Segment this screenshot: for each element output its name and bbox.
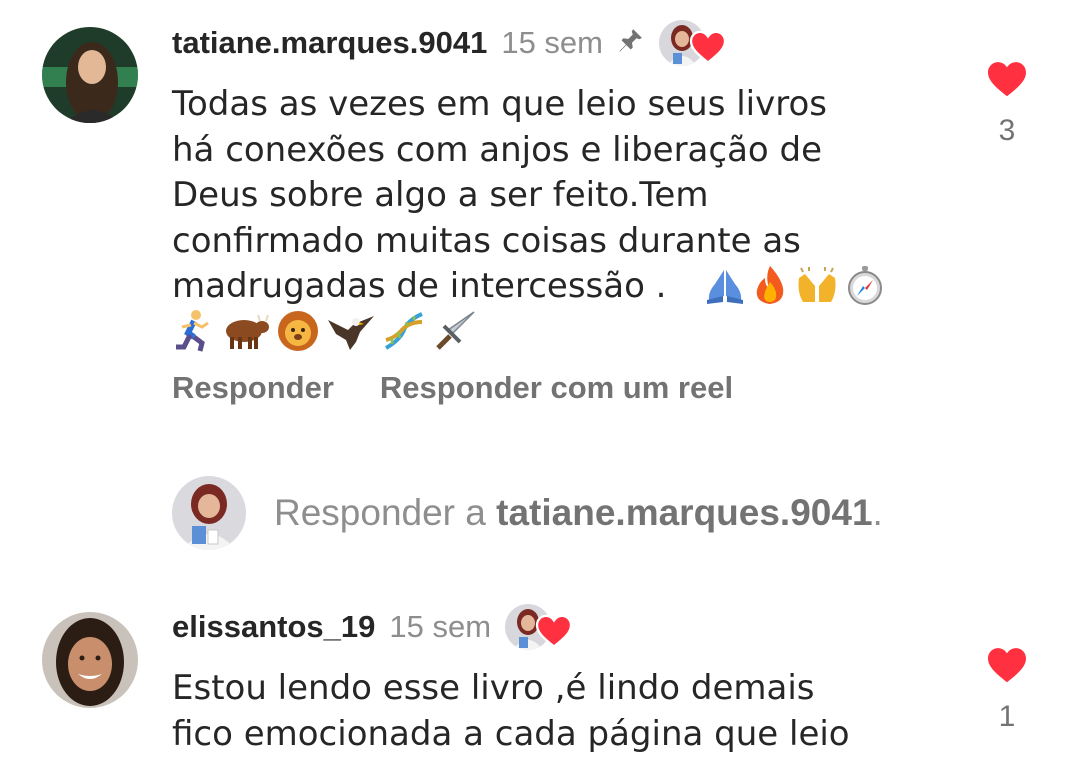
heart-like-button[interactable]	[986, 646, 1028, 688]
reply-prompt[interactable]: Responder a tatiane.marques.9041.	[274, 492, 883, 534]
dagger-icon	[432, 308, 478, 354]
avatar-photo	[42, 612, 138, 708]
comment-timestamp: 15 sem	[501, 25, 603, 60]
eagle-icon	[326, 310, 376, 352]
comment-header: elissantos_19 15 sem	[172, 604, 575, 650]
like-count: 3	[998, 114, 1016, 147]
reply-button[interactable]: Responder	[172, 370, 334, 406]
compass-icon	[845, 265, 885, 305]
fire-icon	[751, 264, 789, 306]
reply-target-username: tatiane.marques.9041	[496, 492, 873, 533]
comment-username[interactable]: tatiane.marques.9041	[172, 25, 487, 61]
dna-icon	[382, 310, 426, 352]
emoji-row	[172, 308, 478, 354]
reply-suffix: .	[872, 492, 883, 533]
raising-hands-icon	[795, 266, 839, 304]
ox-icon	[220, 311, 270, 351]
like-count: 1	[998, 700, 1016, 733]
creator-liked-badge	[505, 604, 575, 650]
comment-text: Estou lendo esse livro ,é lindo demais f…	[172, 668, 850, 754]
comment-username[interactable]: elissantos_19	[172, 609, 375, 645]
comment-header: tatiane.marques.9041 15 sem	[172, 20, 729, 66]
my-avatar	[172, 476, 246, 550]
heart-icon	[689, 30, 727, 68]
reply-composer[interactable]: Responder a tatiane.marques.9041.	[172, 476, 883, 550]
comment-timestamp: 15 sem	[389, 609, 492, 644]
reply-prefix: Responder a	[274, 492, 497, 533]
heart-like-button[interactable]	[986, 60, 1028, 102]
avatar-photo	[42, 27, 138, 123]
pin-icon	[615, 26, 645, 60]
folded-hands-icon	[705, 266, 745, 304]
emoji-row-inline	[705, 264, 885, 306]
comment-actions: Responder Responder com um reel	[172, 370, 733, 406]
like-column: 3	[977, 60, 1037, 148]
like-column: 1	[977, 646, 1037, 734]
avatar[interactable]	[42, 612, 138, 708]
lion-face-icon	[276, 309, 320, 353]
creator-liked-badge	[659, 20, 729, 66]
person-running-icon	[172, 309, 214, 353]
reply-with-reel-button[interactable]: Responder com um reel	[380, 370, 733, 406]
avatar[interactable]	[42, 27, 138, 123]
heart-icon	[535, 614, 573, 652]
